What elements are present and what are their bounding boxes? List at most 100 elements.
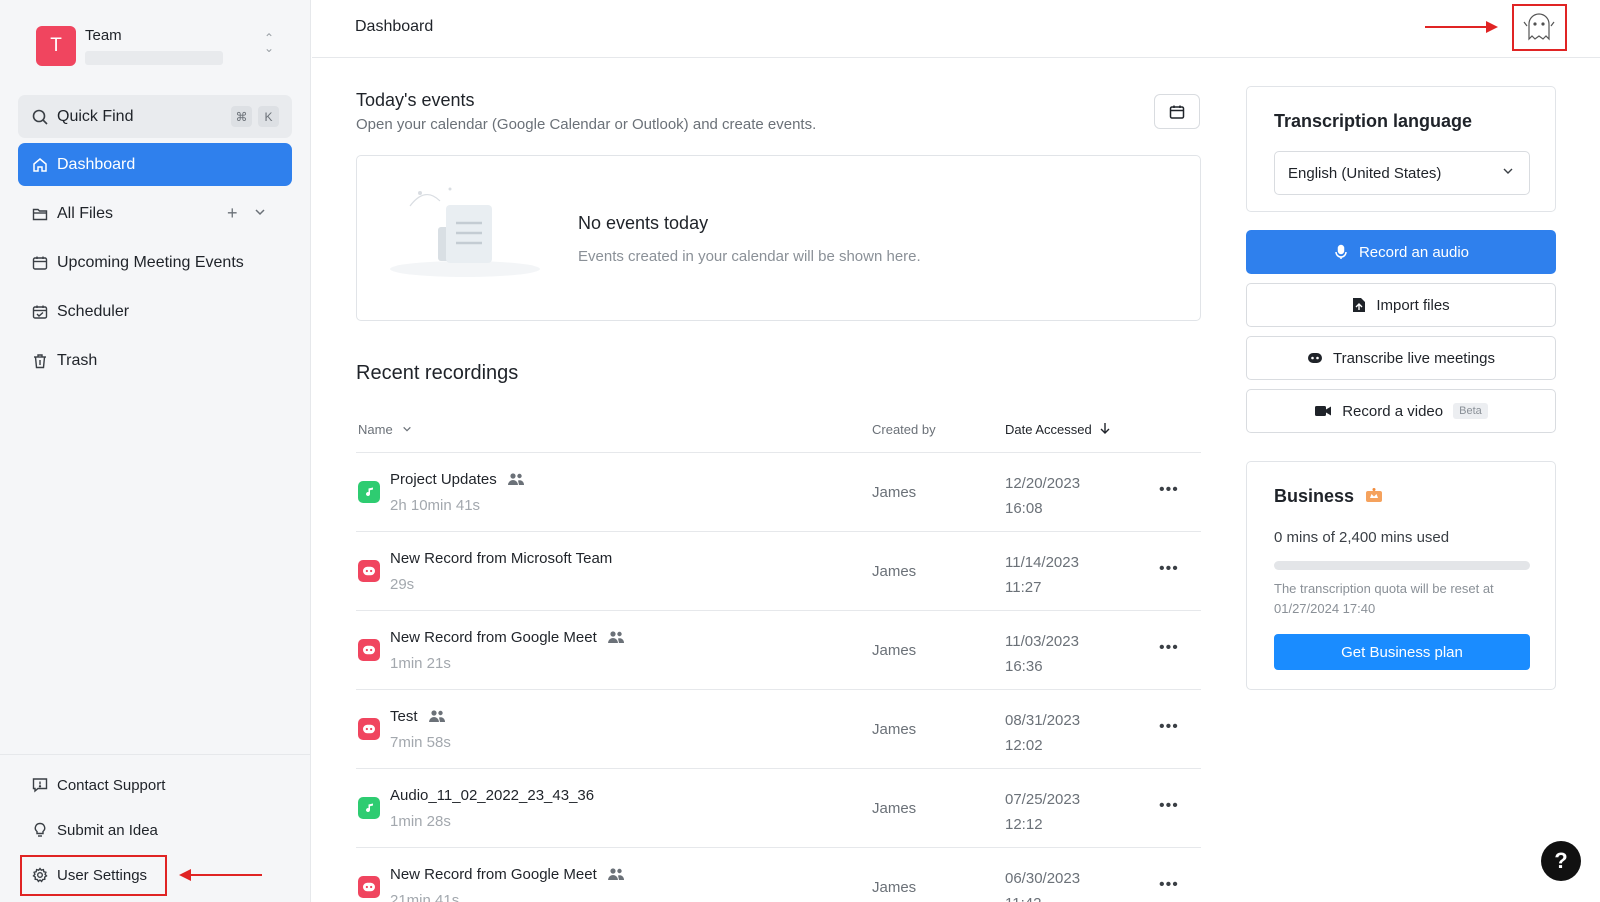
column-header-created-by[interactable]: Created by bbox=[872, 422, 936, 437]
audio-file-icon bbox=[358, 481, 380, 503]
help-button[interactable]: ? bbox=[1541, 841, 1581, 881]
meeting-record-icon bbox=[358, 718, 380, 740]
open-calendar-button[interactable] bbox=[1154, 94, 1200, 129]
language-select-value: English (United States) bbox=[1288, 164, 1442, 182]
more-options-icon[interactable]: ••• bbox=[1159, 639, 1179, 657]
more-options-icon[interactable]: ••• bbox=[1159, 718, 1179, 736]
column-date-label: Date Accessed bbox=[1005, 422, 1092, 437]
table-row[interactable]: Audio_11_02_2022_23_43_36 1min 28s James 07… bbox=[356, 768, 1201, 847]
more-options-icon[interactable]: ••• bbox=[1159, 876, 1179, 894]
usage-progress-bar bbox=[1274, 561, 1530, 570]
calendar-icon bbox=[32, 256, 48, 270]
record-audio-button[interactable]: Record an audio bbox=[1246, 230, 1556, 274]
calendar-icon bbox=[1169, 105, 1185, 119]
business-plan-card: Business 0 mins of 2,400 mins used The t… bbox=[1246, 461, 1556, 690]
recording-date-accessed: 06/30/2023 11:42 bbox=[1005, 866, 1080, 902]
transcribe-live-meetings-button[interactable]: Transcribe live meetings bbox=[1246, 336, 1556, 380]
table-row[interactable]: Project Updates 2h 10min 41s James 12/20/20… bbox=[356, 452, 1201, 531]
lightbulb-icon bbox=[34, 822, 46, 837]
annotation-arrow-line bbox=[1425, 26, 1488, 28]
team-name: Team bbox=[85, 27, 122, 44]
contact-support-label: Contact Support bbox=[57, 776, 166, 794]
sidebar-item-label: Upcoming Meeting Events bbox=[57, 253, 244, 271]
recording-name[interactable]: Audio_11_02_2022_23_43_36 bbox=[390, 787, 594, 804]
beta-badge: Beta bbox=[1453, 403, 1488, 419]
user-avatar-button[interactable] bbox=[1522, 10, 1556, 44]
date-value: 07/25/2023 bbox=[1005, 791, 1081, 808]
recording-date-accessed: 12/20/2023 16:08 bbox=[1005, 471, 1080, 521]
no-events-subtitle: Events created in your calendar will be … bbox=[578, 248, 921, 265]
column-header-name[interactable]: Name bbox=[358, 422, 412, 437]
more-options-icon[interactable]: ••• bbox=[1159, 560, 1179, 578]
table-row[interactable]: New Record from Google Meet 1min 21s James… bbox=[356, 610, 1201, 689]
table-row[interactable]: Test 7min 58s James 08/31/2023 12:02 ••• bbox=[356, 689, 1201, 768]
events-empty-card: No events today Events created in your c… bbox=[356, 155, 1201, 321]
quick-find-button[interactable]: Quick Find ⌘ K bbox=[18, 95, 292, 138]
sidebar-item-scheduler[interactable]: Scheduler bbox=[18, 290, 292, 333]
team-subtitle-placeholder bbox=[85, 51, 223, 65]
recording-date-accessed: 08/31/2023 12:02 bbox=[1005, 708, 1080, 758]
recording-date-accessed: 11/14/2023 11:27 bbox=[1005, 550, 1079, 600]
record-video-button[interactable]: Record a video Beta bbox=[1246, 389, 1556, 433]
sidebar-item-upcoming-meeting-events[interactable]: Upcoming Meeting Events bbox=[18, 241, 292, 284]
sidebar-item-trash[interactable]: Trash bbox=[18, 339, 292, 382]
file-import-icon bbox=[1353, 298, 1366, 312]
recording-duration: 2h 10min 41s bbox=[390, 497, 481, 514]
recording-creator: James bbox=[872, 563, 917, 580]
time-value: 11:42 bbox=[1005, 891, 1080, 902]
more-options-icon[interactable]: ••• bbox=[1159, 481, 1179, 499]
recording-name[interactable]: Test bbox=[390, 708, 418, 725]
recording-name[interactable]: Project Updates bbox=[390, 471, 497, 488]
team-switcher[interactable]: T Team ⌃ ⌄ bbox=[36, 26, 296, 66]
import-files-button[interactable]: Import files bbox=[1246, 283, 1556, 327]
time-value: 16:08 bbox=[1005, 500, 1043, 517]
recording-name[interactable]: New Record from Google Meet bbox=[390, 629, 597, 646]
quick-find-label: Quick Find bbox=[57, 107, 134, 125]
recording-duration: 29s bbox=[390, 576, 415, 593]
no-events-title: No events today bbox=[578, 213, 709, 233]
sidebar-item-all-files[interactable]: All Files + bbox=[18, 192, 292, 235]
table-row[interactable]: New Record from Google Meet 21min 41s Jame… bbox=[356, 847, 1201, 902]
submit-idea-link[interactable]: Submit an Idea bbox=[18, 810, 292, 850]
table-row[interactable]: New Record from Microsoft Team 29s James 11… bbox=[356, 531, 1201, 610]
meeting-record-icon bbox=[358, 560, 380, 582]
shared-group-icon bbox=[428, 709, 446, 728]
sidebar-item-dashboard[interactable]: Dashboard bbox=[18, 143, 292, 186]
time-value: 12:12 bbox=[1005, 816, 1043, 833]
annotation-arrow-line bbox=[190, 874, 262, 876]
language-select[interactable]: English (United States) bbox=[1274, 151, 1530, 195]
quota-reset-note: The transcription quota will be reset at… bbox=[1274, 581, 1494, 616]
search-icon bbox=[32, 109, 48, 125]
recording-date-accessed: 11/03/2023 16:36 bbox=[1005, 629, 1079, 679]
events-title: Today's events bbox=[356, 90, 475, 110]
chevron-down-icon[interactable] bbox=[254, 206, 266, 218]
add-folder-icon[interactable]: + bbox=[227, 204, 238, 222]
record-video-label: Record a video bbox=[1342, 402, 1444, 420]
recording-duration: 1min 28s bbox=[390, 813, 451, 830]
time-value: 11:27 bbox=[1005, 579, 1042, 596]
meeting-record-icon bbox=[358, 876, 380, 898]
get-business-plan-button[interactable]: Get Business plan bbox=[1274, 634, 1530, 670]
events-subtitle: Open your calendar (Google Calendar or O… bbox=[356, 116, 817, 133]
microphone-icon bbox=[1335, 244, 1347, 259]
sidebar-item-label: Trash bbox=[57, 351, 98, 369]
recording-creator: James bbox=[872, 800, 917, 817]
date-value: 08/31/2023 bbox=[1005, 712, 1081, 729]
recording-duration: 21min 41s bbox=[390, 892, 460, 902]
time-value: 16:36 bbox=[1005, 658, 1043, 675]
recording-name[interactable]: New Record from Microsoft Team bbox=[390, 550, 612, 567]
recording-creator: James bbox=[872, 484, 917, 501]
recording-duration: 1min 21s bbox=[390, 655, 451, 672]
date-value: 11/14/2023 bbox=[1005, 554, 1079, 571]
column-header-date-accessed[interactable]: Date Accessed bbox=[1005, 422, 1111, 437]
submit-idea-label: Submit an Idea bbox=[57, 821, 158, 839]
support-icon bbox=[32, 778, 48, 793]
column-name-label: Name bbox=[358, 422, 393, 437]
contact-support-link[interactable]: Contact Support bbox=[18, 765, 292, 805]
trash-icon bbox=[34, 353, 46, 368]
more-options-icon[interactable]: ••• bbox=[1159, 797, 1179, 815]
recording-name[interactable]: New Record from Google Meet bbox=[390, 866, 597, 883]
ghost-avatar-icon bbox=[1523, 13, 1555, 41]
shared-group-icon bbox=[607, 630, 625, 649]
chevron-down-icon bbox=[1503, 168, 1513, 174]
